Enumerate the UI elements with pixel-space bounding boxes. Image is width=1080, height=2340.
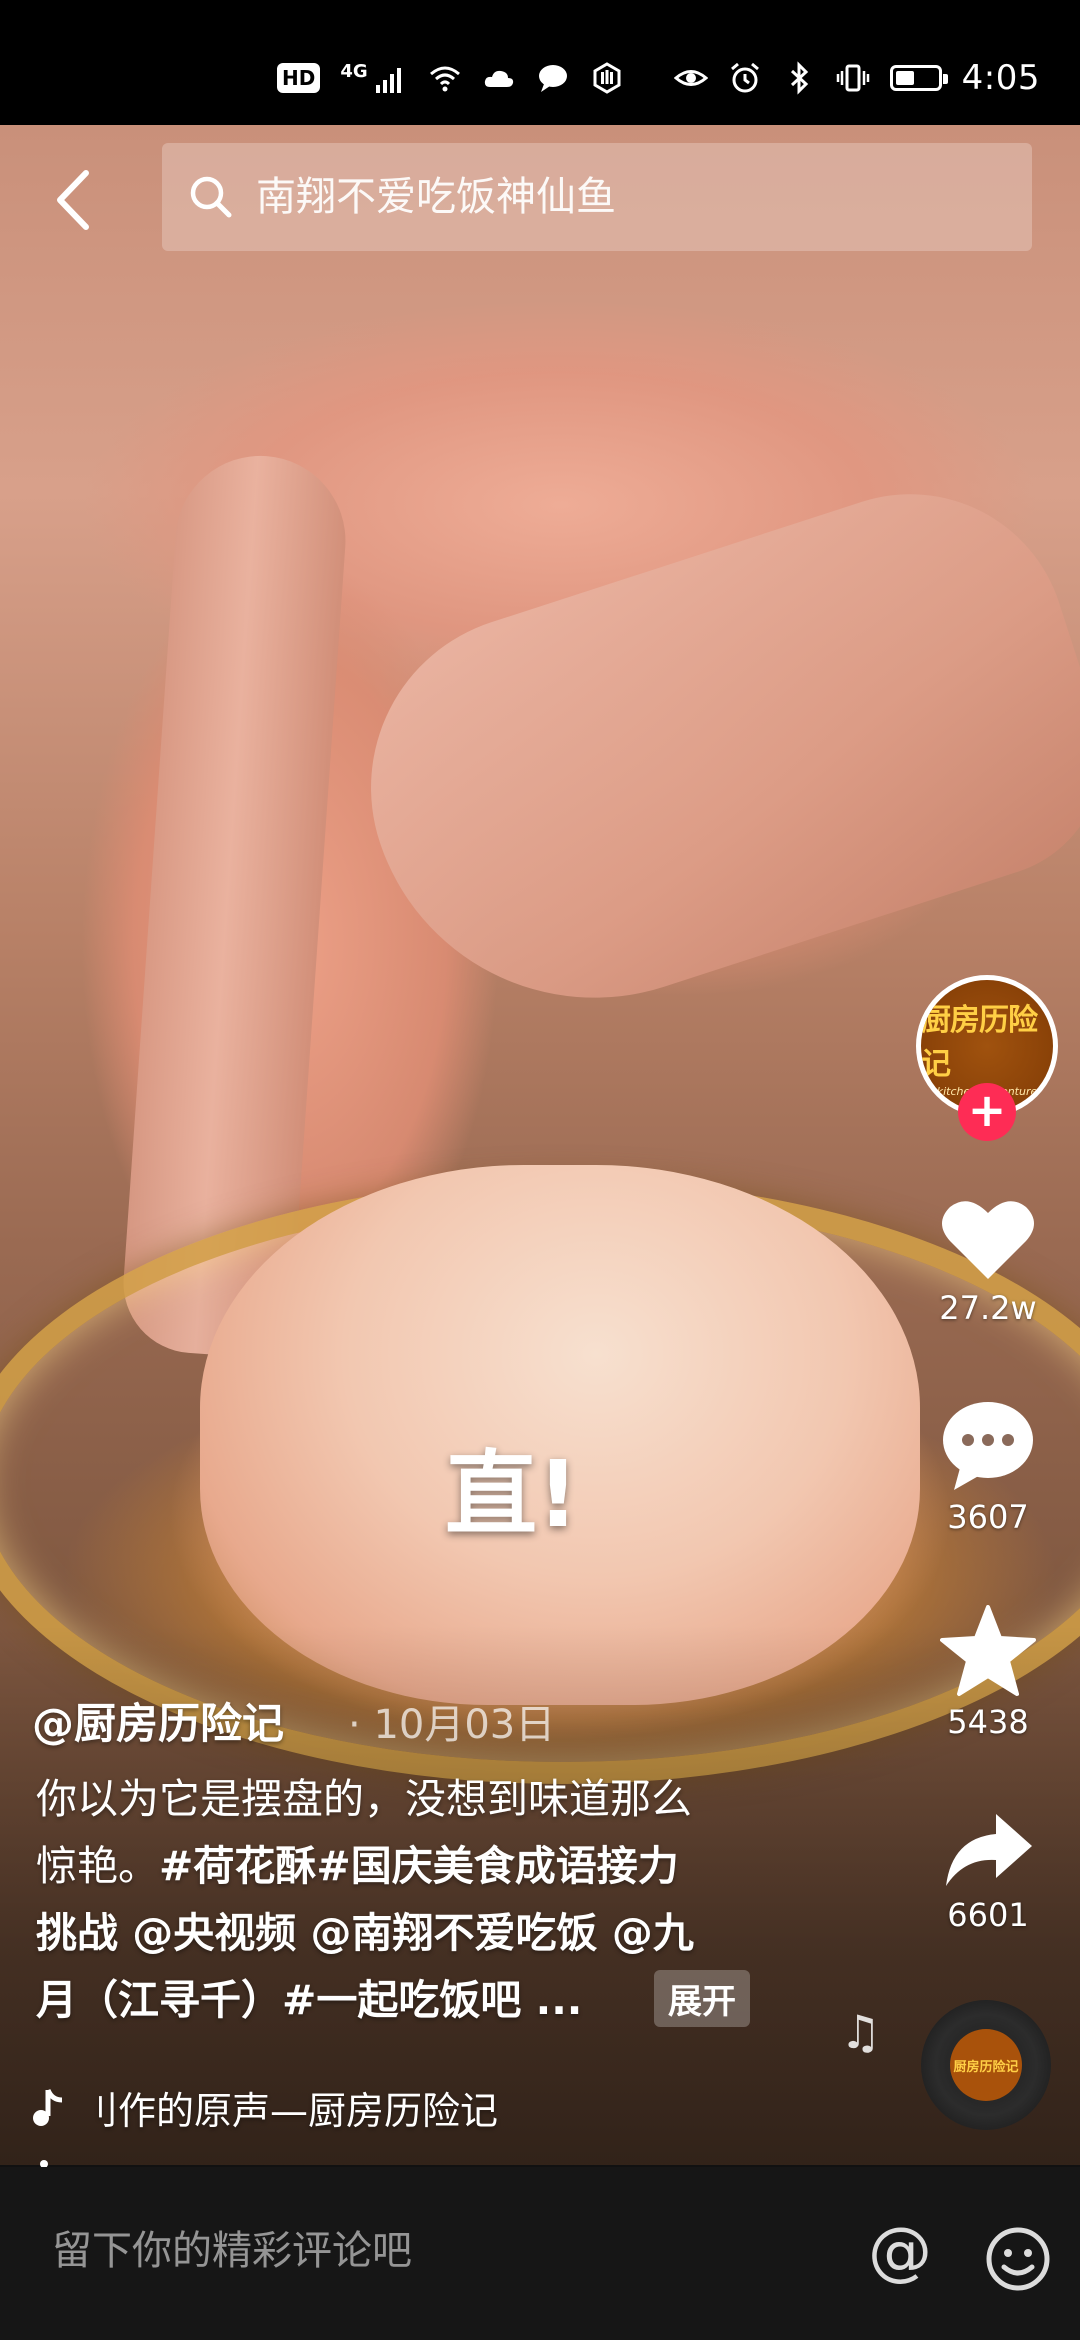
mention-button[interactable]: @: [868, 2215, 932, 2289]
share-count: 6601: [947, 1896, 1029, 1934]
author-name[interactable]: @厨房历险记: [32, 1690, 284, 1751]
music-title: 刂作的原声—厨房历险记: [80, 2089, 499, 2133]
like-count: 27.2w: [939, 1289, 1037, 1327]
music-row[interactable]: 刂作的原声—厨房历险记: [30, 2080, 498, 2135]
description-line-2: 惊艳。#荷花酥#国庆美食成语接力: [36, 1833, 796, 1900]
music-note-icon: [33, 2088, 63, 2126]
comment-bar: @: [0, 2167, 1080, 2340]
like-button[interactable]: 27.2w: [920, 1195, 1056, 1327]
hand-icon: [593, 62, 621, 94]
smiley-icon[interactable]: [984, 2225, 1052, 2293]
post-date: 10月03日: [348, 1692, 555, 1750]
clock: 4:05: [961, 58, 1040, 98]
search-input[interactable]: [254, 173, 1018, 221]
signal-icon: [375, 68, 401, 93]
chat-icon: [538, 65, 567, 92]
comment-count: 3607: [947, 1498, 1029, 1536]
share-button[interactable]: 6601: [920, 1810, 1056, 1934]
status-icons: HD 4G 4:05: [276, 52, 1040, 104]
comment-button[interactable]: 3607: [920, 1400, 1056, 1536]
description-line-2-text: 惊艳。: [36, 1842, 159, 1890]
status-bar: HD 4G 4:05: [0, 0, 1080, 125]
avatar-logo-text: 厨房历险记: [921, 1002, 1038, 1082]
description-line-3[interactable]: 挑战 @央视频 @南翔不爱吃饭 @九: [36, 1900, 796, 1967]
network-type: 4G: [340, 60, 368, 82]
description-hashtags[interactable]: #荷花酥#国庆美食成语接力: [159, 1842, 679, 1890]
follow-button[interactable]: +: [958, 1083, 1016, 1141]
music-disc-cover: 厨房历险记: [950, 2029, 1022, 2101]
search-bar[interactable]: [162, 143, 1032, 251]
battery-tip: [942, 74, 948, 84]
cloud-icon: [484, 70, 513, 87]
heart-icon: [942, 1201, 1034, 1279]
back-button[interactable]: [48, 165, 108, 235]
music-disc[interactable]: 厨房历险记: [921, 2000, 1051, 2130]
hd-badge: HD: [276, 63, 321, 93]
description-line-1: 你以为它是摆盘的，没想到味道那么: [36, 1775, 692, 1823]
share-arrow-icon: [946, 1814, 1032, 1886]
video-hand-thumb: [325, 453, 1080, 1057]
alarm-icon: [730, 62, 759, 93]
chevron-left-icon: [57, 170, 89, 230]
video-caption: 直!: [445, 1441, 579, 1548]
star-icon: [940, 1605, 1036, 1696]
comment-input[interactable]: [50, 2227, 834, 2275]
expand-button[interactable]: 展开: [654, 1970, 750, 2027]
eye-icon: [673, 70, 708, 86]
wifi-icon: [429, 66, 460, 92]
favorite-button[interactable]: 5438: [920, 1605, 1056, 1741]
comment-bubble-icon: [943, 1402, 1033, 1490]
favorite-count: 5438: [947, 1703, 1029, 1741]
search-icon: [190, 176, 232, 218]
music-notes-icon: ♫: [840, 2005, 882, 2059]
vibrate-icon: [836, 64, 869, 92]
battery-level: [895, 71, 914, 85]
bluetooth-icon: [790, 61, 808, 95]
battery-icon: [889, 65, 948, 91]
